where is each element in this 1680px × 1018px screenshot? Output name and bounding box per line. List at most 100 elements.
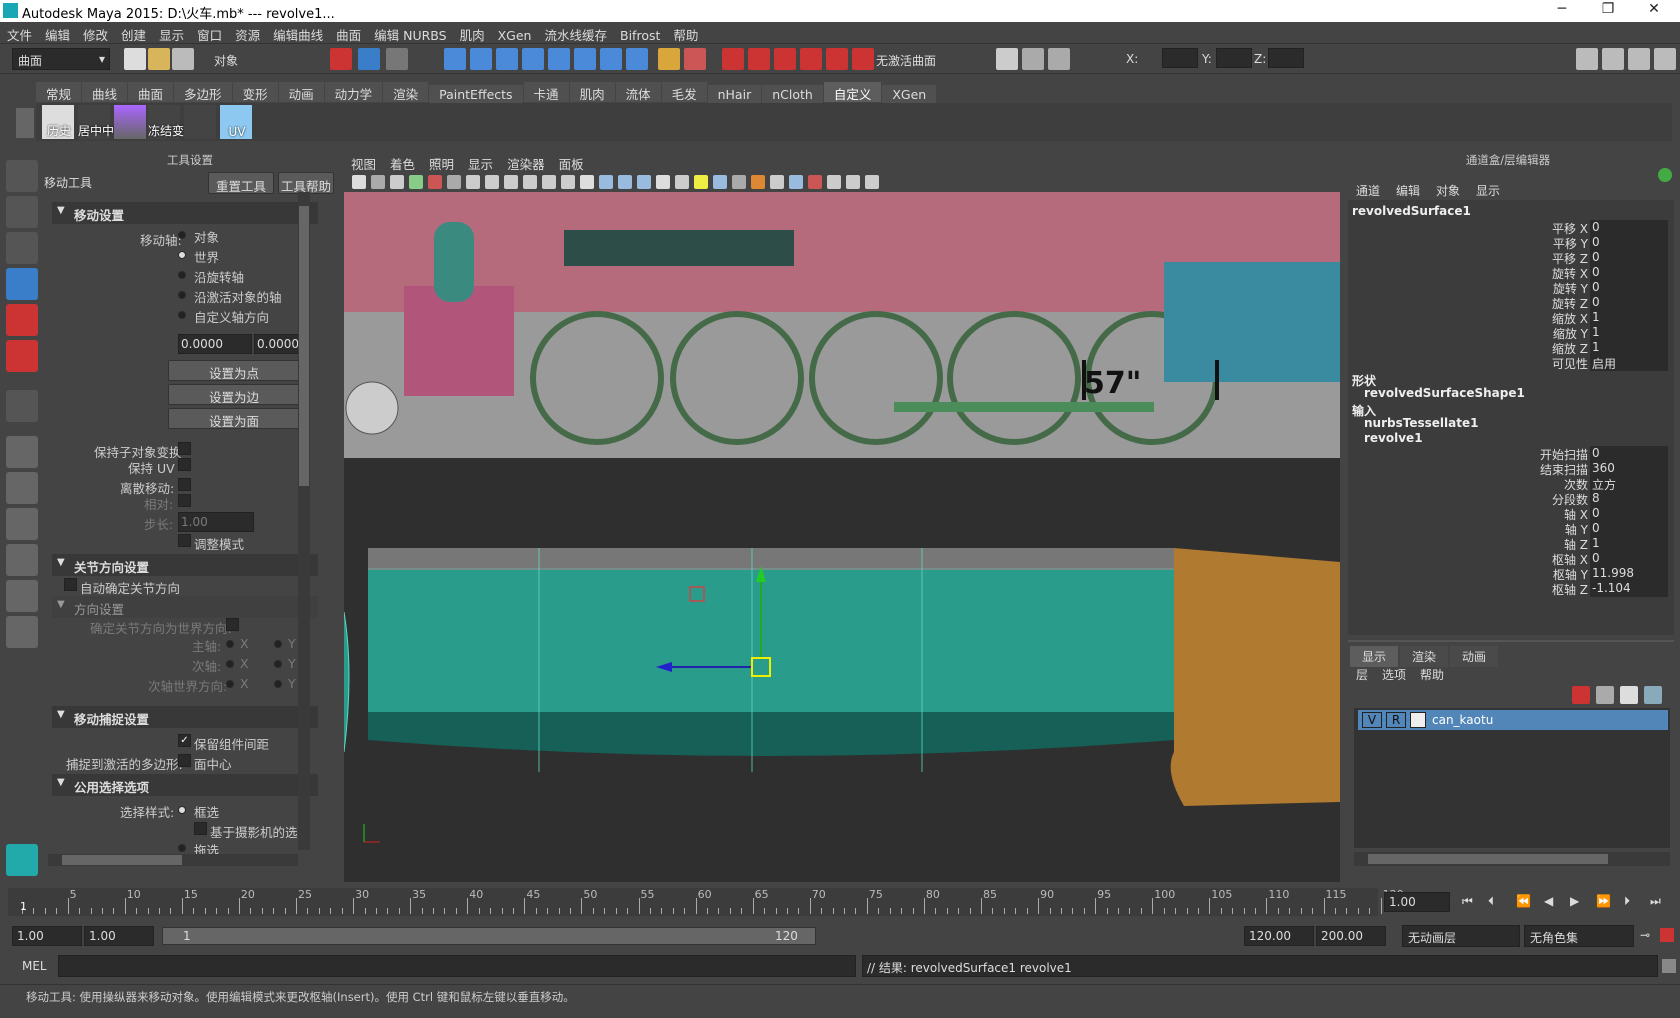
shelf-tab-0[interactable]: 常规 bbox=[36, 82, 82, 102]
secondary-x-radio[interactable] bbox=[226, 660, 234, 668]
render-frame-icon[interactable] bbox=[1022, 48, 1044, 70]
time-slider[interactable]: 5 10 15 20 25 30 35 40 45 50 55 60 65 70 75 80 85 90 95 100… bbox=[0, 886, 1680, 920]
viewport-tool-icon[interactable] bbox=[599, 175, 613, 189]
select-component-icon[interactable] bbox=[386, 48, 408, 70]
construction-history-icon[interactable] bbox=[774, 48, 796, 70]
channel-attr-value[interactable]: 8 bbox=[1590, 491, 1668, 507]
play-backward-icon[interactable]: ◀ bbox=[1544, 894, 1553, 908]
menu-1[interactable]: 编辑 bbox=[38, 22, 76, 44]
shelf-tab-5[interactable]: 动画 bbox=[278, 82, 324, 102]
render-icon[interactable] bbox=[800, 48, 822, 70]
channel-attr-row[interactable]: 平移 X0 bbox=[1348, 220, 1668, 236]
menu-7[interactable]: 编辑曲线 bbox=[266, 22, 329, 44]
next-key-icon[interactable]: ⏩ bbox=[1596, 894, 1611, 908]
channel-attr-value[interactable]: 1 bbox=[1590, 340, 1668, 356]
snap-view-icon[interactable] bbox=[522, 48, 544, 70]
snap-grid-icon[interactable] bbox=[444, 48, 466, 70]
custom-axis-field-1[interactable]: 0.0000 bbox=[178, 334, 252, 354]
primary-y-radio[interactable] bbox=[274, 640, 282, 648]
layer-menu-0[interactable]: 层 bbox=[1356, 668, 1368, 682]
channel-attr-row[interactable]: 次数 立方 bbox=[1348, 476, 1668, 492]
live-surface-icon[interactable] bbox=[852, 48, 874, 70]
layer-tab-2[interactable]: 动画 bbox=[1450, 646, 1499, 667]
menu-6[interactable]: 资源 bbox=[228, 22, 266, 44]
viewport-menu-3[interactable]: 显示 bbox=[461, 152, 500, 173]
shelf-tab-8[interactable]: PaintEffects bbox=[429, 85, 523, 105]
viewport-tool-icon[interactable] bbox=[770, 175, 784, 189]
select-mode-dropdown[interactable]: 对象 bbox=[214, 52, 238, 69]
new-scene-icon[interactable] bbox=[124, 48, 146, 70]
axis-radio[interactable] bbox=[178, 271, 186, 279]
channel-attr-row[interactable]: 平移 Z0 bbox=[1348, 250, 1668, 266]
channel-attr-value[interactable]: 0 bbox=[1590, 220, 1668, 236]
orient-settings-section[interactable]: 方向设置 bbox=[52, 596, 318, 618]
channel-attr-value[interactable]: 0 bbox=[1590, 280, 1668, 296]
viewport-tool-icon[interactable] bbox=[827, 175, 841, 189]
axis-option[interactable]: 对象 bbox=[178, 226, 318, 245]
move-settings-section[interactable]: 移动设置 bbox=[52, 202, 318, 224]
channel-attr-value[interactable]: 0 bbox=[1590, 295, 1668, 311]
layer-name[interactable]: can_kaotu bbox=[1432, 713, 1493, 727]
viewport-tool-icon[interactable] bbox=[618, 175, 632, 189]
help-question-icon[interactable] bbox=[626, 48, 648, 70]
step-field[interactable]: 1.00 bbox=[178, 512, 254, 532]
shelf-tab-9[interactable]: 卡通 bbox=[523, 82, 569, 102]
set-to-face-button[interactable]: 设置为面 bbox=[168, 408, 300, 429]
move-tool-icon[interactable] bbox=[6, 268, 38, 300]
channel-attr-value[interactable]: 0 bbox=[1590, 265, 1668, 281]
axis-radio[interactable] bbox=[178, 311, 186, 319]
channel-attr-row[interactable]: 旋转 X0 bbox=[1348, 265, 1668, 281]
menu-5[interactable]: 窗口 bbox=[190, 22, 228, 44]
relative-checkbox[interactable] bbox=[178, 494, 191, 507]
command-input[interactable] bbox=[58, 955, 856, 977]
layout-hypershade-icon[interactable] bbox=[6, 580, 38, 612]
layout-single-icon[interactable] bbox=[6, 436, 38, 468]
lasso-tool-icon[interactable] bbox=[6, 196, 38, 228]
axis-radio[interactable] bbox=[178, 291, 186, 299]
layer-options-icon[interactable] bbox=[1620, 686, 1638, 704]
axis-option[interactable]: 世界 bbox=[178, 246, 318, 265]
viewport-menu-4[interactable]: 渲染器 bbox=[500, 152, 552, 173]
script-language-label[interactable]: MEL bbox=[22, 959, 47, 973]
auto-orient-checkbox[interactable] bbox=[64, 578, 77, 591]
z-input[interactable] bbox=[1268, 48, 1304, 68]
viewport-tool-icon[interactable] bbox=[504, 175, 518, 189]
input-tessellate[interactable]: nurbsTessellate1 bbox=[1364, 416, 1478, 430]
channel-attr-value[interactable]: 0 bbox=[1590, 250, 1668, 266]
set-to-point-button[interactable]: 设置为点 bbox=[168, 360, 300, 381]
x-input[interactable] bbox=[1162, 48, 1198, 68]
shelf-freeze-icon[interactable]: 冻结变 bbox=[148, 105, 184, 139]
layer-tab-1[interactable]: 渲染 bbox=[1400, 646, 1449, 667]
shelf-tab-3[interactable]: 多边形 bbox=[174, 82, 232, 102]
snap-plane-icon[interactable] bbox=[600, 48, 622, 70]
channel-attr-value[interactable]: 立方 bbox=[1590, 476, 1668, 492]
menu-8[interactable]: 曲面 bbox=[329, 22, 367, 44]
camera-based-checkbox[interactable] bbox=[194, 822, 207, 835]
menu-12[interactable]: 流水线缓存 bbox=[537, 22, 613, 44]
viewport-panel[interactable]: 57" bbox=[344, 152, 1340, 882]
channel-attr-row[interactable]: 轴 Y0 bbox=[1348, 521, 1668, 537]
tweak-mode-checkbox[interactable] bbox=[178, 534, 191, 547]
viewport-tool-icon[interactable] bbox=[561, 175, 575, 189]
viewport-menu-2[interactable]: 照明 bbox=[422, 152, 461, 173]
shelf-tab-12[interactable]: 毛发 bbox=[661, 82, 707, 102]
viewport-menu-5[interactable]: 面板 bbox=[552, 152, 591, 173]
step-forward-icon[interactable]: ⏵ bbox=[1624, 894, 1630, 909]
shelf-shape-icon[interactable] bbox=[114, 105, 146, 139]
layout-four-icon[interactable] bbox=[6, 472, 38, 504]
shape-name[interactable]: revolvedSurfaceShape1 bbox=[1364, 386, 1525, 400]
menu-4[interactable]: 显示 bbox=[152, 22, 190, 44]
anim-start-field[interactable]: 1.00 bbox=[12, 926, 82, 946]
channel-attr-row[interactable]: 可见性 启用 bbox=[1348, 355, 1668, 371]
channel-attr-row[interactable]: 缩放 Y1 bbox=[1348, 325, 1668, 341]
viewport-tool-icon[interactable] bbox=[675, 175, 689, 189]
shelf-tab-10[interactable]: 肌肉 bbox=[569, 82, 615, 102]
shelf-tab-14[interactable]: nCloth bbox=[762, 85, 823, 105]
channel-attr-row[interactable]: 平移 Y0 bbox=[1348, 235, 1668, 251]
viewport-tool-icon[interactable] bbox=[542, 175, 556, 189]
snap-settings-section[interactable]: 移动捕捉设置 bbox=[52, 706, 318, 728]
viewport-tool-icon[interactable] bbox=[485, 175, 499, 189]
viewport-tool-icon[interactable] bbox=[732, 175, 746, 189]
channel-attr-value[interactable]: 启用 bbox=[1590, 355, 1668, 371]
last-tool-icon[interactable] bbox=[6, 390, 38, 422]
